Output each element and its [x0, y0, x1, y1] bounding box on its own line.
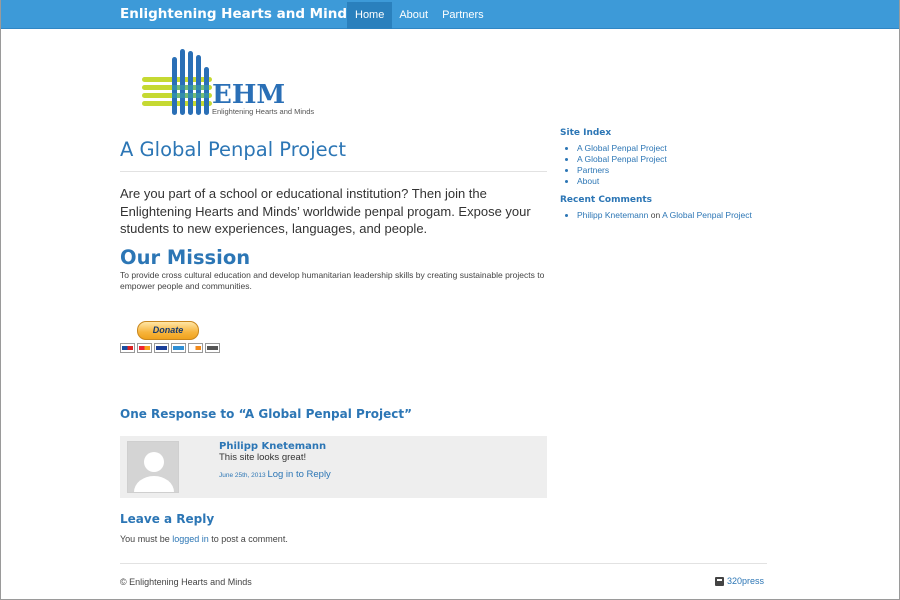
maestro-card-icon — [120, 343, 135, 353]
credit-link[interactable]: 320press — [727, 576, 764, 586]
site-index-list: A Global Penpal Project A Global Penpal … — [560, 143, 770, 187]
comment-item: Philipp Knetemann This site looks great!… — [120, 436, 547, 498]
site-index-widget: Site Index A Global Penpal Project A Glo… — [560, 128, 770, 187]
avatar — [127, 441, 179, 493]
post-title: A Global Penpal Project — [120, 138, 347, 161]
footer-credit: 320press — [715, 576, 764, 586]
default-avatar-icon — [128, 442, 178, 492]
reply-link[interactable]: Log in to Reply — [267, 469, 330, 480]
payment-cards — [120, 343, 220, 353]
amex-card-icon — [171, 343, 186, 353]
mission-text: To provide cross cultural education and … — [120, 269, 545, 291]
donate-button[interactable]: Donate — [137, 321, 199, 340]
leave-reply-heading: Leave a Reply — [120, 512, 215, 526]
login-link[interactable]: logged in — [172, 534, 209, 544]
responses-heading: One Response to “A Global Penpal Project… — [120, 407, 412, 421]
nav-partners[interactable]: Partners — [435, 2, 491, 29]
recent-comments-widget: Recent Comments Philipp Knetemann on A G… — [560, 195, 770, 221]
recent-comment-post[interactable]: A Global Penpal Project — [662, 210, 752, 220]
visa-card-icon — [154, 343, 169, 353]
list-item: Partners — [577, 165, 770, 176]
nav-home[interactable]: Home — [347, 2, 393, 29]
sidebar: Site Index A Global Penpal Project A Glo… — [560, 128, 770, 229]
mission-heading: Our Mission — [120, 245, 251, 269]
discover-card-icon — [188, 343, 203, 353]
window-border — [0, 0, 900, 600]
brand-link[interactable]: Enlightening Hearts and Minds — [120, 6, 355, 22]
logo-tagline: Enlightening Hearts and Minds — [212, 107, 314, 116]
title-divider — [120, 171, 547, 172]
site-index-link[interactable]: A Global Penpal Project — [577, 143, 667, 153]
main-nav: Home About Partners — [347, 2, 491, 29]
list-item: Philipp Knetemann on A Global Penpal Pro… — [577, 210, 770, 221]
paypal-donate: Donate — [120, 321, 220, 355]
login-suffix: to post a comment. — [211, 534, 288, 544]
bank-card-icon — [205, 343, 220, 353]
comment-author-link[interactable]: Philipp Knetemann — [219, 441, 326, 452]
list-item: A Global Penpal Project — [577, 143, 770, 154]
login-notice: You must be logged in to post a comment. — [120, 534, 288, 544]
logo-text: EHM — [212, 80, 285, 110]
footer-copyright: © Enlightening Hearts and Minds — [120, 577, 252, 587]
site-index-title: Site Index — [560, 128, 612, 138]
recent-comments-list: Philipp Knetemann on A Global Penpal Pro… — [560, 210, 770, 221]
recent-comment-on: on — [650, 210, 661, 220]
list-item: A Global Penpal Project — [577, 154, 770, 165]
top-navbar: Enlightening Hearts and Minds Home About… — [0, 0, 900, 29]
main-content: A Global Penpal Project Are you part of … — [120, 136, 547, 292]
recent-comment-author[interactable]: Philipp Knetemann — [577, 210, 648, 220]
comment-text: This site looks great! — [219, 452, 307, 463]
site-index-link[interactable]: About — [577, 176, 599, 186]
credit-icon — [715, 576, 724, 586]
comment-date[interactable]: June 25th, 2013 — [219, 472, 266, 479]
site-index-link[interactable]: Partners — [577, 165, 609, 175]
footer-divider — [120, 563, 767, 564]
login-prefix: You must be — [120, 534, 170, 544]
intro-paragraph: Are you part of a school or educational … — [120, 186, 531, 236]
ehm-logo[interactable]: EHM Enlightening Hearts and Minds — [140, 47, 330, 117]
site-index-link[interactable]: A Global Penpal Project — [577, 154, 667, 164]
list-item: About — [577, 176, 770, 187]
recent-comments-title: Recent Comments — [560, 195, 653, 205]
comment-meta: June 25th, 2013 Log in to Reply — [219, 469, 331, 480]
nav-about[interactable]: About — [392, 2, 435, 29]
mastercard-icon — [137, 343, 152, 353]
